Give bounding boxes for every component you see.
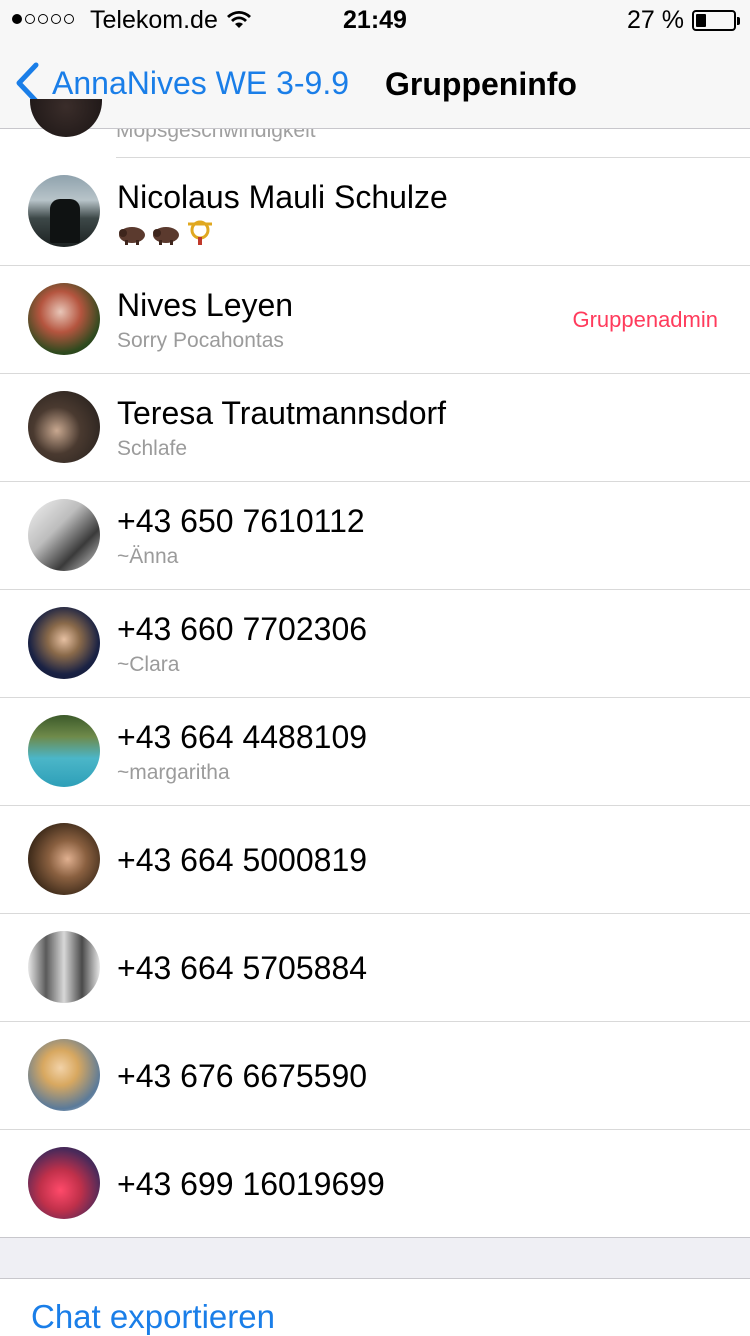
avatar <box>28 1147 100 1219</box>
avatar <box>28 931 100 1003</box>
avatar <box>28 175 100 247</box>
participant-status: Sorry Pocahontas <box>117 329 284 352</box>
participant-name: Nives Leyen <box>117 287 294 323</box>
participant-row[interactable]: +43 650 7610112 ~Änna <box>0 482 750 590</box>
participants-list: Mopsgeschwindigkeit Nicolaus Mauli Schul… <box>0 99 750 1237</box>
participant-row[interactable]: Nicolaus Mauli Schulze <box>0 158 750 266</box>
participant-name: +43 660 7702306 <box>117 611 368 647</box>
navigation-bar: AnnaNives WE 3-9.9 Gruppeninfo <box>0 40 750 129</box>
avatar <box>28 283 100 355</box>
status-emoji <box>117 220 215 246</box>
postal-horn-icon <box>188 220 212 245</box>
participant-row[interactable]: +43 664 5000819 <box>0 806 750 914</box>
participant-name: Teresa Trautmannsdorf <box>117 395 447 431</box>
group-admin-badge: Gruppenadmin <box>572 307 718 332</box>
participant-row[interactable]: +43 676 6675590 <box>0 1022 750 1130</box>
chevron-left-icon <box>16 62 39 104</box>
status-bar: Telekom.de 21:49 27 % <box>0 0 750 40</box>
participant-status: ~Änna <box>117 545 179 568</box>
back-button-label: AnnaNives WE 3-9.9 <box>52 64 350 101</box>
participant-name: +43 699 16019699 <box>117 1166 385 1202</box>
participant-row[interactable]: +43 664 4488109 ~margaritha <box>0 698 750 806</box>
participant-status: Mopsgeschwindigkeit <box>116 129 316 142</box>
avatar <box>28 391 100 463</box>
avatar <box>28 823 100 895</box>
battery-icon <box>692 10 740 31</box>
boar-icon <box>153 227 179 245</box>
avatar <box>28 715 100 787</box>
participant-name: +43 664 5000819 <box>117 842 368 878</box>
section-separator <box>0 1237 750 1279</box>
participant-name: +43 664 5705884 <box>117 950 368 986</box>
participant-row[interactable]: +43 664 5705884 <box>0 914 750 1022</box>
list-item[interactable]: Mopsgeschwindigkeit <box>116 129 750 158</box>
participant-name: Nicolaus Mauli Schulze <box>117 179 448 215</box>
participant-name: +43 676 6675590 <box>117 1058 368 1094</box>
avatar <box>28 499 100 571</box>
avatar <box>30 99 102 137</box>
boar-icon <box>119 227 145 245</box>
participant-status: ~Clara <box>117 653 180 676</box>
avatar <box>28 607 100 679</box>
participant-row[interactable]: Nives Leyen Sorry Pocahontas Gruppenadmi… <box>0 266 750 374</box>
export-chat-button[interactable]: Chat exportieren <box>31 1298 275 1336</box>
participant-row[interactable]: +43 660 7702306 ~Clara <box>0 590 750 698</box>
page-title: Gruppeninfo <box>385 66 577 102</box>
participant-name: +43 664 4488109 <box>117 719 368 755</box>
participant-status: ~margaritha <box>117 761 230 784</box>
participant-row[interactable]: Teresa Trautmannsdorf Schlafe <box>0 374 750 482</box>
participant-name: +43 650 7610112 <box>117 503 365 539</box>
participant-status: Schlafe <box>117 437 188 460</box>
back-button[interactable]: AnnaNives WE 3-9.9 <box>14 62 349 104</box>
participant-row[interactable]: +43 699 16019699 <box>0 1130 750 1237</box>
avatar <box>28 1039 100 1111</box>
battery-percent: 27 % <box>627 6 684 34</box>
